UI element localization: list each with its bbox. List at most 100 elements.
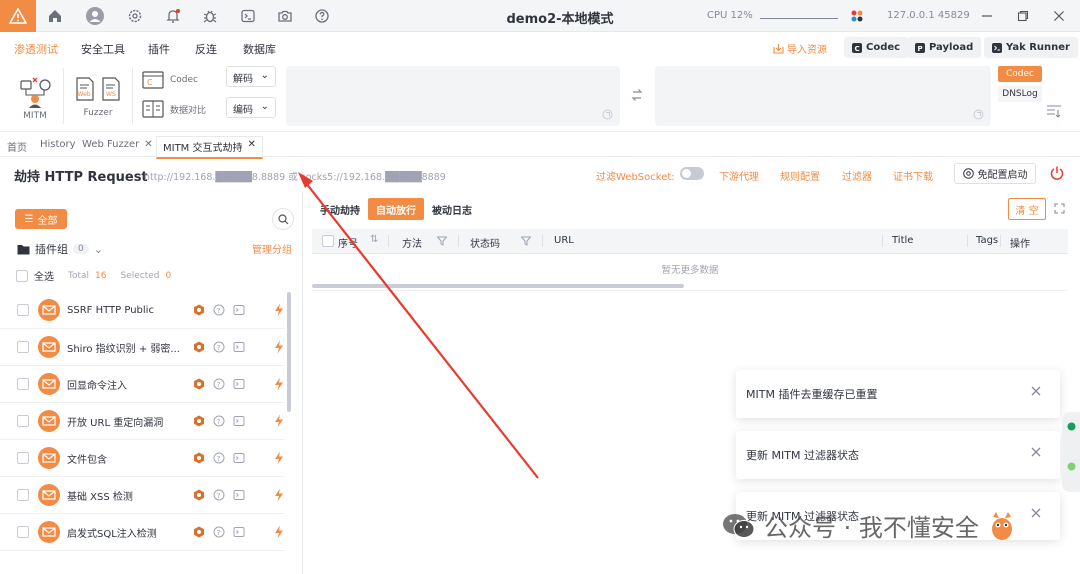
yak-runner-button[interactable]: Yak Runner [984,37,1078,58]
copy-icon[interactable] [602,109,613,120]
downstream-proxy-link[interactable]: 下游代理 [719,168,759,183]
lightning-icon[interactable] [274,303,284,317]
select-all-checkbox[interactable] [16,269,28,282]
plugin-checkbox[interactable] [17,415,29,427]
lightning-icon[interactable] [274,414,284,428]
manage-groups-link[interactable]: 管理分组 [252,241,292,256]
plugin-checkbox[interactable] [17,452,29,464]
mode-auto-pass[interactable]: 自动放行 [368,198,424,220]
filter-icon[interactable] [521,236,531,246]
dnslog-mode-tag[interactable]: DNSLog [998,86,1042,102]
column-header[interactable]: 操作 [1010,235,1030,250]
plugin-list-scrollbar[interactable] [287,292,291,412]
codec-mode-tag[interactable]: Codec [998,66,1042,82]
side-status-widget[interactable] [1062,412,1080,492]
plugin-checkbox[interactable] [17,341,29,353]
help-icon[interactable]: ? [213,378,225,390]
tab-history[interactable]: History [40,139,76,150]
close-icon[interactable]: ✕ [144,139,152,150]
menu-pentest[interactable]: 渗透测试 [14,41,58,57]
plugin-search-button[interactable] [272,208,294,230]
rule-config-link[interactable]: 规则配置 [780,168,820,183]
column-header[interactable]: 方法 [402,235,422,250]
fullscreen-icon[interactable] [1054,203,1065,214]
menu-plugins[interactable]: 插件 [148,41,170,57]
free-config-start-button[interactable]: 免配置启动 [954,163,1036,184]
menu-database[interactable]: 数据库 [243,41,276,57]
menu-reverse[interactable]: 反连 [195,41,217,57]
data-compare-tool[interactable]: 数据对比 [142,100,206,118]
power-off-icon[interactable] [1049,165,1065,181]
column-header[interactable]: Title [892,235,913,246]
lightning-icon[interactable] [274,488,284,502]
help-icon[interactable]: ? [213,489,225,501]
import-resources-button[interactable]: 导入资源 [773,41,827,56]
plugin-row[interactable]: 基础 XSS 检测? [0,477,285,514]
codec-tool[interactable]: C Codec [142,71,198,89]
lightning-icon[interactable] [274,525,284,539]
column-header[interactable]: 序号 [338,235,358,250]
websocket-filter-toggle[interactable] [680,167,704,180]
mode-manual[interactable]: 手动劫持 [312,198,368,220]
terminal-icon[interactable] [233,341,245,353]
filter-link[interactable]: 过滤器 [842,168,872,183]
camera-icon[interactable] [276,7,294,25]
all-plugins-button[interactable]: ☰ 全部 [15,209,67,229]
close-icon[interactable] [1030,507,1042,519]
bell-icon[interactable] [164,7,182,25]
help-icon[interactable]: ? [213,304,225,316]
table-select-all-checkbox[interactable] [322,235,334,247]
plugin-row[interactable]: 回显命令注入? [0,366,285,403]
codec-input-editor[interactable] [286,66,620,126]
expand-panel-icon[interactable] [1046,104,1062,118]
plugin-row[interactable]: 启发式SQL注入检测? [0,514,285,551]
minimize-icon[interactable] [978,7,996,25]
bug-icon[interactable] [201,7,219,25]
plugin-row[interactable]: Shiro 指纹识别 + 弱密...? [0,329,285,366]
terminal-icon[interactable] [233,489,245,501]
clear-button[interactable]: 清 空 [1008,198,1046,220]
swap-arrows-icon[interactable] [631,88,643,102]
yakit-logo[interactable] [0,0,36,32]
plugin-row[interactable]: 开放 URL 重定向漏洞? [0,403,285,440]
mode-passive-log[interactable]: 被动日志 [424,198,480,220]
filter-icon[interactable] [437,236,447,246]
help-icon[interactable]: ? [213,452,225,464]
plugin-row[interactable]: 文件包含? [0,440,285,477]
column-header[interactable]: 状态码 [470,235,500,250]
user-avatar-icon[interactable] [86,7,104,25]
fuzzer-tool[interactable]: Web WS Fuzzer [71,77,125,118]
lightning-icon[interactable] [274,451,284,465]
help-icon[interactable]: ? [213,415,225,427]
gear-icon[interactable] [126,7,144,25]
lightning-icon[interactable] [274,340,284,354]
terminal-icon[interactable] [239,7,257,25]
plugin-row[interactable]: SSRF HTTP Public? [0,292,285,329]
codec-output-editor[interactable] [655,66,991,126]
column-header[interactable]: URL [554,235,574,246]
payload-button[interactable]: P Payload [907,37,982,58]
mitm-tool[interactable]: MITM [17,75,53,121]
close-icon[interactable] [1030,385,1042,397]
tab-home[interactable]: 首页 [7,139,27,154]
help-icon[interactable]: ? [213,526,225,538]
menu-security-tools[interactable]: 安全工具 [81,41,125,57]
plugin-group-selector[interactable]: 插件组 0 ⌄ [17,241,103,257]
terminal-icon[interactable] [233,415,245,427]
terminal-icon[interactable] [233,452,245,464]
plugin-checkbox[interactable] [17,304,29,316]
copy-icon[interactable] [973,109,984,120]
maximize-icon[interactable] [1014,7,1032,25]
terminal-icon[interactable] [233,378,245,390]
lightning-icon[interactable] [274,377,284,391]
close-icon[interactable]: ✕ [248,139,256,154]
cert-download-link[interactable]: 证书下载 [893,168,933,183]
close-icon[interactable] [1030,446,1042,458]
terminal-icon[interactable] [233,526,245,538]
plugin-checkbox[interactable] [17,526,29,538]
decode-select[interactable]: 解码 ⌄ [226,66,276,87]
plugin-checkbox[interactable] [17,378,29,390]
engine-status-icon[interactable] [848,7,866,25]
tab-mitm[interactable]: MITM 交互式劫持 ✕ [156,136,263,159]
sort-icon[interactable]: ⇅ [370,234,378,245]
